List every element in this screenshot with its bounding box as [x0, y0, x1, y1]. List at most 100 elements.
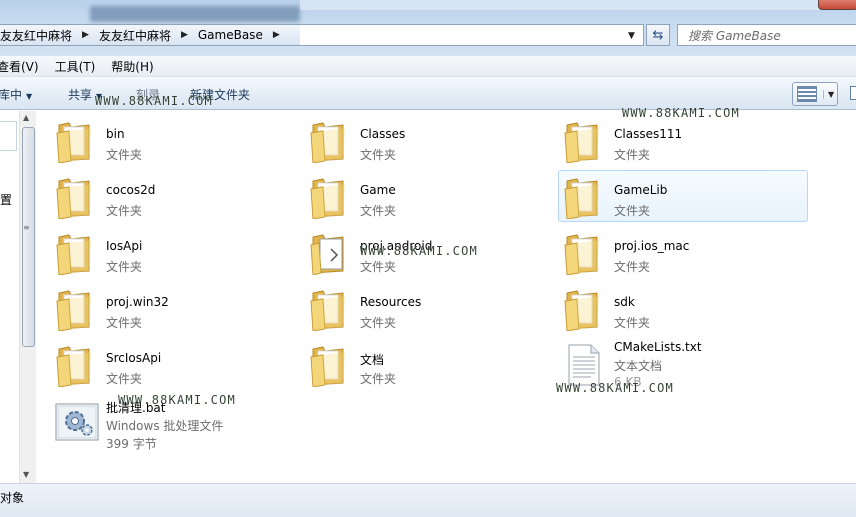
list-item[interactable]: Classes111 文件夹	[559, 115, 809, 167]
folder-icon	[55, 287, 95, 332]
include-library-label: 库中	[0, 88, 23, 102]
search-input[interactable]: 搜索 GameBase	[677, 24, 856, 46]
close-window-button[interactable]	[818, 0, 856, 10]
watermark: WWW.88KAMI.COM	[556, 381, 674, 395]
chevron-right-icon[interactable]: ▶	[273, 30, 280, 40]
breadcrumb-item[interactable]: 友友红中麻将	[0, 27, 76, 44]
scroll-thumb[interactable]	[22, 127, 35, 347]
item-type: 文件夹	[106, 260, 143, 274]
list-item[interactable]: 文档 文件夹	[305, 339, 555, 391]
status-bar: 对象	[0, 483, 856, 517]
address-bar[interactable]: 友友红中麻将 ▶ 友友红中麻将 ▶ GameBase ▶ ▼	[0, 24, 644, 46]
breadcrumb: 友友红中麻将 ▶ 友友红中麻将 ▶ GameBase ▶	[0, 25, 300, 45]
folder-doc-icon	[309, 231, 349, 276]
item-type: 文件夹	[614, 148, 651, 162]
item-name: sdk	[614, 295, 635, 309]
refresh-button[interactable]: ⇆	[646, 24, 670, 46]
item-type: 文件夹	[360, 260, 397, 274]
watermark: WWW.88KAMI.COM	[360, 244, 478, 258]
blurred-title-area	[90, 6, 300, 22]
item-type: 文件夹	[360, 372, 397, 386]
nav-item-selected[interactable]	[0, 121, 17, 151]
folder-icon	[563, 287, 603, 332]
list-item[interactable]: GameLib 文件夹	[558, 170, 808, 222]
list-item[interactable]: cocos2d 文件夹	[51, 171, 301, 223]
item-name: proj.win32	[106, 295, 169, 309]
chevron-right-icon[interactable]: ▶	[82, 30, 89, 40]
item-name: proj.ios_mac	[614, 239, 690, 253]
list-item[interactable]: proj.win32 文件夹	[51, 283, 301, 335]
list-item[interactable]: Game 文件夹	[305, 171, 555, 223]
search-placeholder: 搜索 GameBase	[688, 28, 781, 43]
status-text: 对象	[0, 491, 25, 505]
breadcrumb-item[interactable]: GameBase	[198, 28, 267, 42]
folder-icon	[55, 343, 95, 388]
menu-bar: 查看(V) 工具(T) 帮助(H)	[0, 56, 856, 77]
chevron-right-icon[interactable]: ▶	[181, 30, 188, 40]
item-type: 文件夹	[614, 204, 651, 218]
folder-icon	[309, 343, 349, 388]
item-type: Windows 批处理文件	[106, 419, 224, 433]
item-name: IosApi	[106, 239, 143, 253]
item-name: Resources	[360, 295, 422, 309]
list-item[interactable]: sdk 文件夹	[559, 283, 809, 335]
scroll-down-icon[interactable]: ▼	[23, 470, 29, 479]
include-in-library-button[interactable]: 库中 ▼	[0, 86, 32, 103]
item-type: 文件夹	[360, 148, 397, 162]
scroll-up-icon[interactable]: ▲	[23, 113, 29, 122]
grip-icon: ≡	[23, 223, 30, 232]
item-type: 文件夹	[360, 316, 397, 330]
title-glass	[300, 0, 820, 10]
details-view-icon	[797, 86, 817, 102]
chevron-down-icon[interactable]: ▼	[823, 89, 834, 99]
breadcrumb-label: GameBase	[197, 28, 263, 42]
share-label: 共享	[68, 88, 93, 102]
folder-icon	[309, 287, 349, 332]
watermark: WWW.88KAMI.COM	[95, 94, 213, 108]
folder-icon	[563, 175, 603, 220]
folder-icon	[55, 231, 95, 276]
item-type: 文件夹	[614, 260, 651, 274]
chevron-down-icon[interactable]: ▼	[628, 31, 635, 41]
item-type: 文件夹	[360, 204, 397, 218]
batch-file-icon	[55, 403, 99, 447]
menu-tools[interactable]: 工具(T)	[55, 58, 96, 75]
list-item[interactable]: Resources 文件夹	[305, 283, 555, 335]
refresh-icon: ⇆	[652, 27, 664, 43]
folder-icon	[309, 175, 349, 220]
item-name: Classes111	[614, 127, 683, 141]
list-item[interactable]: proj.ios_mac 文件夹	[559, 227, 809, 279]
list-item[interactable]: Classes 文件夹	[305, 115, 555, 167]
change-view-button[interactable]: ▼	[792, 82, 838, 106]
preview-pane-button[interactable]	[850, 86, 856, 100]
breadcrumb-label: 友友红中麻将	[0, 28, 73, 43]
item-name: Classes	[360, 127, 406, 141]
item-name: 文档	[360, 353, 385, 367]
item-type: 文本文档	[614, 359, 663, 373]
menu-help[interactable]: 帮助(H)	[111, 58, 153, 75]
menu-view[interactable]: 查看(V)	[0, 58, 39, 75]
list-item[interactable]: bin 文件夹	[51, 115, 301, 167]
item-name: bin	[106, 127, 125, 141]
nav-item-label[interactable]: 置	[0, 191, 12, 208]
folder-icon	[55, 119, 95, 164]
folder-icon	[563, 119, 603, 164]
chevron-down-icon: ▼	[26, 92, 33, 101]
item-size: 399 字节	[106, 437, 157, 451]
item-type: 文件夹	[614, 316, 651, 330]
watermark: WWW.88KAMI.COM	[118, 393, 236, 407]
list-item[interactable]: IosApi 文件夹	[51, 227, 301, 279]
folder-icon	[563, 231, 603, 276]
nav-scrollbar[interactable]: ▲ ≡ ▼	[19, 111, 36, 483]
item-name: SrcIosApi	[106, 351, 162, 365]
breadcrumb-item[interactable]: 友友红中麻将	[99, 27, 175, 44]
item-type: 文件夹	[106, 148, 143, 162]
list-item[interactable]: SrcIosApi 文件夹	[51, 339, 301, 391]
list-item[interactable]: 批清理.bat Windows 批处理文件 399 字节	[51, 399, 301, 455]
folder-icon	[309, 119, 349, 164]
breadcrumb-label: 友友红中麻将	[98, 28, 171, 43]
item-type: 文件夹	[106, 316, 143, 330]
item-name: CMakeLists.txt	[614, 340, 702, 354]
file-list: bin 文件夹 Classes 文件夹 Classes111 文件夹 cocos2d 文件夹 G…	[37, 111, 856, 483]
item-type: 文件夹	[106, 204, 143, 218]
